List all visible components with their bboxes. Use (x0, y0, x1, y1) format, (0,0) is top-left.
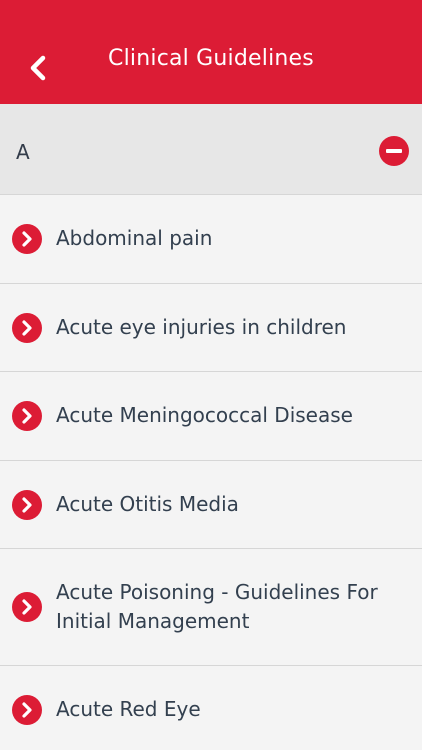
chevron-right-circle-icon (12, 490, 42, 520)
section-letter: A (16, 140, 30, 164)
list-item-label: Acute Red Eye (56, 697, 201, 721)
section-header-a: A (0, 104, 422, 195)
chevron-right-circle-icon (12, 695, 42, 725)
navigation-bar: Clinical Guidelines (0, 0, 422, 104)
app-screen: Clinical Guidelines A Abdominal pain Acu… (0, 0, 422, 750)
list-item-label: Abdominal pain (56, 226, 213, 250)
list-item-label: Acute Poisoning - Guidelines For Initial… (56, 580, 378, 633)
list-item-label: Acute Meningococcal Disease (56, 403, 353, 427)
list-item[interactable]: Acute Meningococcal Disease (0, 372, 422, 461)
chevron-right-circle-icon (12, 224, 42, 254)
list-item[interactable]: Acute Poisoning - Guidelines For Initial… (0, 549, 422, 666)
chevron-right-circle-icon (12, 401, 42, 431)
list-item-label: Acute Otitis Media (56, 492, 239, 516)
chevron-right-circle-icon (12, 592, 42, 622)
list-item[interactable]: Acute Red Eye (0, 666, 422, 750)
minus-circle-icon[interactable] (379, 136, 409, 166)
list-item[interactable]: Acute Otitis Media (0, 461, 422, 549)
list-item[interactable]: Abdominal pain (0, 195, 422, 284)
page-title: Clinical Guidelines (108, 46, 314, 71)
chevron-right-circle-icon (12, 313, 42, 343)
list-item[interactable]: Acute eye injuries in children (0, 284, 422, 372)
list-item-label: Acute eye injuries in children (56, 315, 347, 339)
